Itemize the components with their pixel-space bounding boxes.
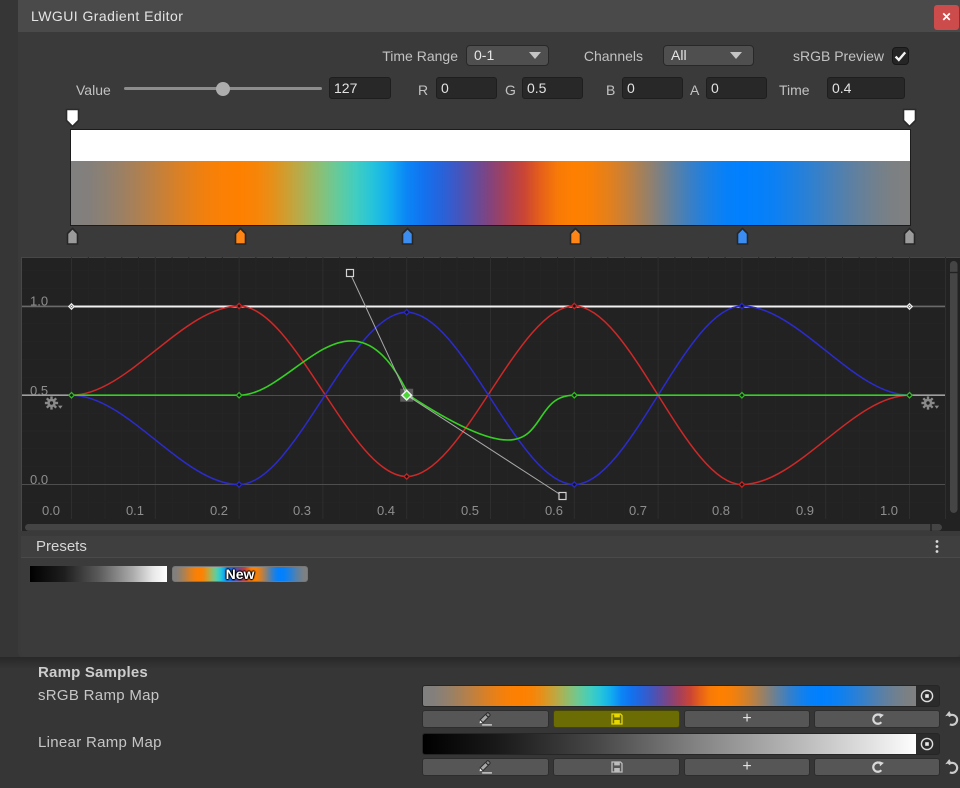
svg-text:0.5: 0.5 [461, 503, 479, 518]
svg-text:1.0: 1.0 [880, 503, 898, 518]
svg-text:0.5: 0.5 [30, 383, 48, 398]
svg-text:1.0: 1.0 [30, 294, 48, 309]
svg-text:0.7: 0.7 [629, 503, 647, 518]
svg-text:0.1: 0.1 [126, 503, 144, 518]
svg-text:0.0: 0.0 [42, 503, 60, 518]
svg-text:0.9: 0.9 [796, 503, 814, 518]
svg-text:0.4: 0.4 [377, 503, 395, 518]
svg-text:0.8: 0.8 [712, 503, 730, 518]
svg-text:0.0: 0.0 [30, 472, 48, 487]
svg-text:0.2: 0.2 [210, 503, 228, 518]
svg-text:0.6: 0.6 [545, 503, 563, 518]
svg-text:0.3: 0.3 [293, 503, 311, 518]
